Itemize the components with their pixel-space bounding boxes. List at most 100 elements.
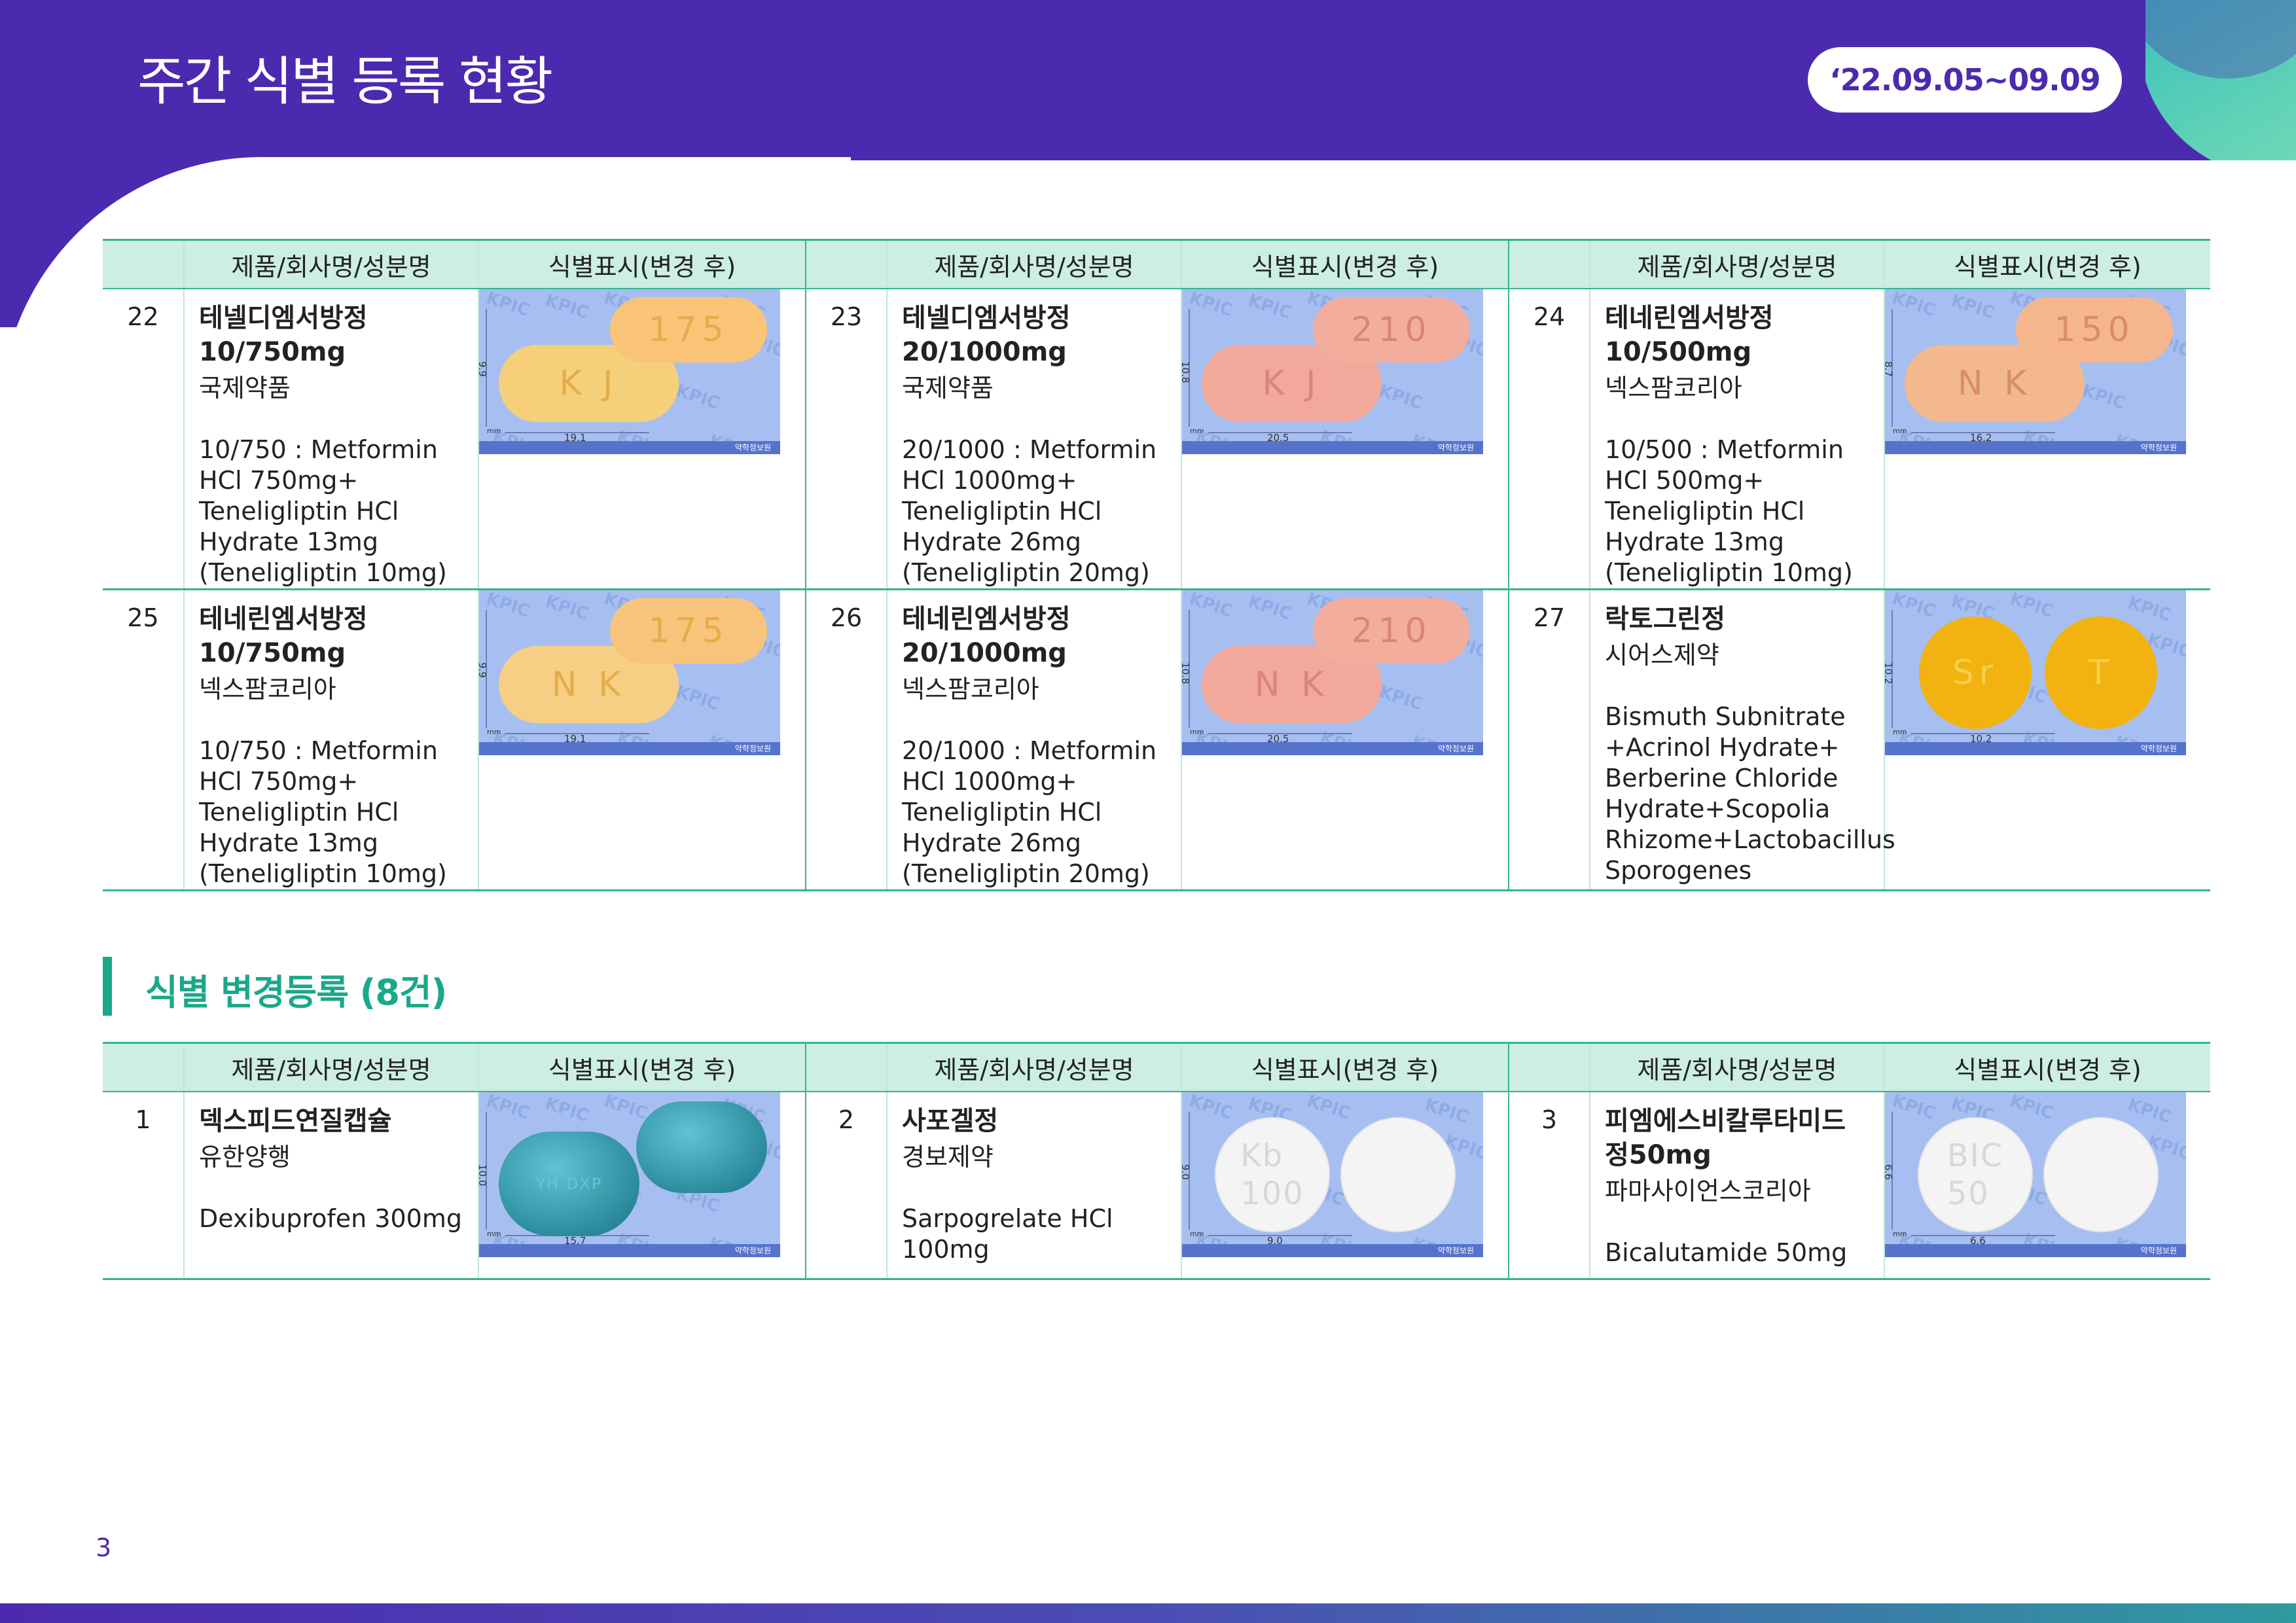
item-info: 테네린엠서방정 20/1000mg 넥스팜코리아 20/1000 : Metform…	[888, 590, 1181, 889]
watermark-text: KPIC	[543, 1094, 591, 1126]
header-marking: 식별표시(변경 후)	[1884, 1042, 2210, 1092]
image-source: 약학정보원	[734, 744, 771, 753]
height-label: 6.6	[1885, 1164, 1894, 1180]
item-marking-cell: KPICKPICKPICKPICKPICKPICKPICKPICKPICKPIC…	[478, 589, 806, 891]
page-number: 3	[96, 1533, 112, 1562]
date-range-badge: ‘22.09.05~09.09	[1808, 47, 2122, 113]
header-marking: 식별표시(변경 후)	[478, 239, 806, 289]
company-name: 넥스팜코리아	[1605, 374, 1742, 402]
item-number: 2	[838, 1105, 855, 1134]
item-number-cell: 23	[805, 289, 888, 590]
image-source: 약학정보원	[734, 1246, 771, 1255]
unit-label: mm	[1893, 728, 1907, 736]
ingredients: Bismuth Subnitrate +Acrinol Hydrate+ Ber…	[1605, 702, 1895, 885]
pill-front: BIC 50	[1919, 1118, 2032, 1231]
header-number	[805, 1042, 888, 1092]
header-marking: 식별표시(변경 후)	[1884, 239, 2210, 289]
pill-image: KPICKPICKPICKPICKPICKPICKPICKPICKPICKPIC…	[479, 1092, 780, 1257]
pill-back: 175	[610, 598, 767, 664]
watermark-text: KPIC	[1890, 590, 1938, 622]
item-info-cell: 락토그린정 시어스제약 Bismuth Subnitrate +Acrinol Hy…	[1590, 589, 1895, 891]
item-number-cell: 3	[1508, 1092, 1590, 1280]
item-number-cell: 22	[103, 289, 185, 590]
watermark-text: KPIC	[1890, 1092, 1938, 1124]
company-name: 국제약품	[902, 374, 994, 402]
item-marking-cell: KPICKPICKPICKPICKPICKPICKPICKPICKPICKPIC…	[478, 1092, 806, 1280]
image-source: 약학정보원	[1437, 443, 1474, 452]
item-info-cell: 테네린엠서방정 10/500mg 넥스팜코리아 10/500 : Metformin…	[1590, 289, 1885, 590]
table-header: 제품/회사명/성분명 식별표시(변경 후) 제품/회사명/성분명 식별표시(변경 후)…	[103, 1042, 2210, 1092]
ingredients: Sarpogrelate HCl 100mg	[902, 1204, 1113, 1264]
watermark-text: KPIC	[484, 289, 532, 321]
ingredients: Bicalutamide 50mg	[1605, 1238, 1848, 1267]
header-product: 제품/회사명/성분명	[1590, 1042, 1885, 1092]
watermark-text: KPIC	[1376, 381, 1425, 414]
item-info: 테넬디엠서방정 20/1000mg 국제약품 20/1000 : Metformin…	[888, 289, 1181, 588]
header-marking: 식별표시(변경 후)	[478, 1042, 806, 1092]
header-product: 제품/회사명/성분명	[887, 1042, 1182, 1092]
item-info-cell: 테넬디엠서방정 20/1000mg 국제약품 20/1000 : Metformin…	[887, 289, 1182, 590]
item-info: 사포겔정 경보제약 Sarpogrelate HCl 100mg	[888, 1092, 1181, 1265]
header-product: 제품/회사명/성분명	[184, 1042, 479, 1092]
section-title: 식별 변경등록 (8건)	[145, 972, 447, 1013]
item-info-cell: 덱스피드연질캡슐 유한양행 Dexibuprofen 300mg	[184, 1092, 479, 1280]
unit-label: mm	[487, 728, 501, 736]
company-name: 넥스팜코리아	[199, 675, 336, 704]
pill-front: YH DXP	[499, 1132, 639, 1236]
item-info-cell: 사포겔정 경보제약 Sarpogrelate HCl 100mg	[887, 1092, 1182, 1280]
item-marking-cell: KPICKPICKPICKPICKPICKPICKPICKPICKPICKPIC…	[1181, 589, 1509, 891]
page-title: 주간 식별 등록 현황	[137, 51, 553, 112]
header-number	[1508, 239, 1590, 289]
item-marking-cell: KPICKPICKPICKPICKPICKPICKPICKPICKPICKPIC…	[1884, 289, 2210, 590]
height-label: 9.0	[1182, 1164, 1191, 1180]
item-info: 테넬디엠서방정 10/750mg 국제약품 10/750 : Metformin H…	[185, 289, 478, 588]
product-name: 테네린엠서방정 10/500mg	[1605, 303, 1774, 367]
watermark-text: KPIC	[2007, 1092, 2056, 1124]
watermark-text: KPIC	[673, 381, 722, 414]
pill-back: 210	[1313, 297, 1470, 363]
new-registration-table: 제품/회사명/성분명 식별표시(변경 후) 제품/회사명/성분명 식별표시(변경 후)…	[103, 239, 2210, 891]
table-row: 22 테넬디엠서방정 10/750mg 국제약품 10/750 : Metformin…	[103, 289, 2210, 590]
header-number	[103, 239, 185, 289]
image-source: 약학정보원	[2140, 744, 2177, 753]
item-marking-cell: KPICKPICKPICKPICKPICKPICKPICKPICKPICKPIC…	[1884, 1092, 2210, 1280]
pill-image: KPICKPICKPICKPICKPICKPICKPICKPICKPICKPIC…	[1182, 289, 1483, 454]
item-marking-cell: KPICKPICKPICKPICKPICKPICKPICKPICKPICKPIC…	[1884, 589, 2210, 891]
item-number: 25	[127, 603, 159, 632]
header-number	[1508, 1042, 1590, 1092]
pill-back: 210	[1313, 598, 1470, 664]
image-source: 약학정보원	[2140, 1246, 2177, 1255]
header-product: 제품/회사명/성분명	[184, 239, 479, 289]
unit-label: mm	[1893, 1230, 1907, 1238]
company-name: 경보제약	[902, 1143, 994, 1171]
item-info-cell: 테넬디엠서방정 10/750mg 국제약품 10/750 : Metformin H…	[184, 289, 479, 590]
pill-image: KPICKPICKPICKPICKPICKPICKPICKPICKPICKPIC…	[1885, 590, 2186, 755]
watermark-text: KPIC	[1187, 289, 1235, 321]
pill-image: KPICKPICKPICKPICKPICKPICKPICKPICKPICKPIC…	[1885, 289, 2186, 454]
watermark-text: KPIC	[1187, 590, 1235, 622]
height-label: 10.8	[1182, 662, 1191, 685]
item-marking-cell: KPICKPICKPICKPICKPICKPICKPICKPICKPICKPIC…	[478, 289, 806, 590]
pill-image: KPICKPICKPICKPICKPICKPICKPICKPICKPICKPIC…	[479, 590, 780, 755]
pill-image: KPICKPICKPICKPICKPICKPICKPICKPICKPICKPIC…	[1885, 1092, 2186, 1257]
height-label: 10.8	[1182, 361, 1191, 383]
item-info-cell: 피엠에스비칼루타미드 정50mg 파마사이언스코리아 Bicalutamide 50…	[1590, 1092, 1885, 1280]
company-name: 파마사이언스코리아	[1605, 1177, 1811, 1205]
company-name: 시어스제약	[1605, 641, 1719, 669]
change-registration-table: 제품/회사명/성분명 식별표시(변경 후) 제품/회사명/성분명 식별표시(변경 후)…	[103, 1042, 2210, 1280]
unit-label: mm	[487, 427, 501, 435]
item-number-cell: 25	[103, 589, 185, 891]
item-number: 3	[1541, 1105, 1558, 1134]
footer-bar	[0, 1603, 2296, 1623]
image-source: 약학정보원	[734, 443, 771, 452]
watermark-text: KPIC	[484, 590, 532, 622]
header-marking: 식별표시(변경 후)	[1181, 1042, 1509, 1092]
item-info: 덱스피드연질캡슐 유한양행 Dexibuprofen 300mg	[185, 1092, 478, 1234]
product-name: 피엠에스비칼루타미드 정50mg	[1605, 1106, 1846, 1170]
ingredients: 10/750 : Metformin HCl 750mg+ Teneliglip…	[199, 736, 447, 888]
ingredients: 10/750 : Metformin HCl 750mg+ Teneliglip…	[199, 435, 447, 587]
watermark-text: KPIC	[2125, 1095, 2174, 1128]
watermark-text: KPIC	[1304, 1092, 1353, 1124]
unit-label: mm	[1190, 728, 1204, 736]
unit-label: mm	[1190, 1230, 1204, 1238]
